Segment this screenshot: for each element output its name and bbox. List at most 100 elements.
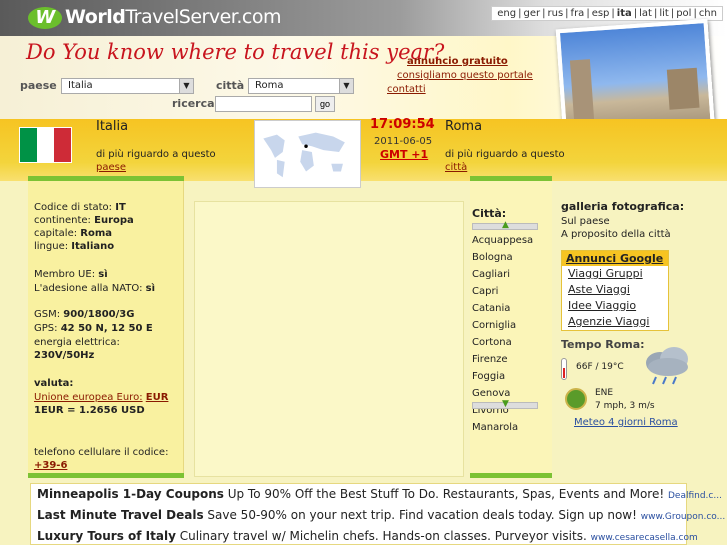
google-ads-list: Viaggi Gruppi Aste Viaggi Idee Viaggio Agen… — [562, 266, 668, 330]
google-ads-box: Annunci Google Viaggi Gruppi Aste Viaggi I… — [561, 250, 669, 331]
flag-stripe — [37, 128, 54, 162]
fact-value: sì — [98, 269, 108, 280]
local-time: 17:09:54 — [370, 117, 435, 132]
language-link-fra[interactable]: fra — [569, 8, 587, 19]
flag-stripe — [54, 128, 71, 162]
search-input[interactable] — [215, 96, 312, 112]
weather-title: Tempo Roma: — [561, 338, 645, 351]
language-link-pol[interactable]: pol — [674, 8, 693, 19]
city-list-item[interactable]: Cagliari — [472, 266, 533, 283]
world-map[interactable] — [254, 120, 361, 188]
fact-label: continente: — [34, 215, 91, 226]
language-link-ger[interactable]: ger — [522, 8, 543, 19]
local-date: 2011-06-05 — [374, 136, 433, 147]
language-link-ita[interactable]: ita — [615, 8, 634, 19]
city-list-item[interactable]: Capri — [472, 283, 533, 300]
chevron-down-icon: ▼ — [339, 79, 353, 93]
chevron-down-icon: ▼ — [179, 79, 193, 93]
flag-stripe — [20, 128, 37, 162]
google-ads-title[interactable]: Annunci Google — [562, 251, 668, 266]
logo-w-icon: W — [28, 7, 62, 29]
text-ad-url[interactable]: www.cesarecasella.com — [591, 533, 698, 543]
country-select[interactable]: Italia ▼ — [61, 78, 194, 94]
language-link-eng[interactable]: eng — [495, 8, 518, 19]
go-button[interactable]: go — [315, 96, 335, 112]
exchange-rate: 1EUR = 1.2656 USD — [34, 405, 145, 416]
recommend-link[interactable]: consigliamo questo portale — [397, 69, 533, 83]
language-separator: | — [542, 8, 546, 19]
thermometer-icon — [561, 358, 567, 380]
site-logo[interactable]: W WorldTravelServer.com — [28, 6, 281, 29]
fact-label: L'adesione alla NATO: — [34, 283, 143, 294]
fact-label: GSM: — [34, 309, 61, 320]
currency-code-link[interactable]: EUR — [146, 392, 169, 403]
text-ad-title[interactable]: Luxury Tours of Italy — [37, 529, 176, 543]
fact-label: Codice di stato: — [34, 202, 113, 213]
city-more-text: di più riguardo a questo — [445, 149, 565, 160]
city-select[interactable]: Roma ▼ — [248, 78, 354, 94]
search-label: ricerca — [172, 97, 215, 110]
logo-travel-text: TravelServer.com — [125, 6, 281, 28]
divider — [28, 473, 184, 478]
language-link-chn[interactable]: chn — [697, 8, 719, 19]
wind-direction: ENE — [595, 388, 614, 398]
gallery-country-link[interactable]: Sul paese — [561, 215, 671, 228]
language-link-esp[interactable]: esp — [590, 8, 612, 19]
language-link-lat[interactable]: lat — [637, 8, 654, 19]
city-list-item[interactable]: Bologna — [472, 249, 533, 266]
currency-link[interactable]: Unione europea Euro: — [34, 392, 143, 403]
city-name: Roma — [445, 119, 483, 134]
text-ad[interactable]: Minneapolis 1-Day Coupons Up To 90% Off … — [37, 487, 722, 501]
text-ad-url[interactable]: www.Groupon.co... — [641, 512, 725, 522]
gallery-city-link[interactable]: A proposito della città — [561, 228, 671, 241]
language-link-rus[interactable]: rus — [546, 8, 566, 19]
gmt-offset[interactable]: GMT +1 — [380, 148, 428, 161]
language-separator: | — [518, 8, 522, 19]
fact-label: GPS: — [34, 323, 58, 334]
city-list-item[interactable]: Manarola — [472, 419, 533, 436]
phone-code-link[interactable]: +39-6 — [34, 460, 67, 471]
country-facts-panel: Codice di stato: IT continente: Europa c… — [28, 181, 184, 477]
forecast-link[interactable]: Meteo 4 giorni Roma — [574, 417, 678, 428]
country-select-value: Italia — [68, 80, 93, 91]
google-ad-link[interactable]: Agenzie Viaggi — [562, 314, 668, 330]
arrow-down-icon: ▼ — [502, 399, 509, 409]
fact-value: Roma — [80, 228, 113, 239]
language-link-lit[interactable]: lit — [657, 8, 670, 19]
city-list-item[interactable]: Corniglia — [472, 317, 533, 334]
free-ad-link[interactable]: annuncio gratuito — [407, 55, 533, 69]
city-list-item[interactable]: Firenze — [472, 351, 533, 368]
text-ad[interactable]: Luxury Tours of Italy Culinary travel w/… — [37, 529, 698, 543]
scroll-down-button[interactable]: ▼ — [472, 399, 538, 409]
google-ad-link[interactable]: Idee Viaggio — [562, 298, 668, 314]
logo-world-text: World — [65, 6, 126, 28]
city-list-item[interactable]: Foggia — [472, 368, 533, 385]
gallery-title: galleria fotografica: — [561, 200, 685, 213]
photo-building — [569, 59, 595, 121]
contacts-link[interactable]: contatti — [387, 83, 533, 97]
city-list-item[interactable]: Catania — [472, 300, 533, 317]
country-more: di più riguardo a questo paese — [96, 148, 246, 174]
fact-label: lingue: — [34, 241, 69, 252]
text-ad-title[interactable]: Last Minute Travel Deals — [37, 508, 204, 522]
fact-value: IT — [115, 202, 126, 213]
fact-label: Membro UE: — [34, 269, 96, 280]
text-ad-url[interactable]: Dealfind.c... — [668, 491, 722, 501]
wind-info: ENE 7 mph, 3 m/s — [595, 387, 655, 413]
fact-label: telefono cellulare il codice: — [34, 447, 169, 458]
fact-label: capitale: — [34, 228, 78, 239]
google-ad-link[interactable]: Viaggi Gruppi — [562, 266, 668, 282]
gallery-links: Sul paese A proposito della città — [561, 215, 671, 241]
country-name: Italia — [96, 119, 129, 134]
arrow-up-icon: ▲ — [502, 220, 509, 230]
city-list-item[interactable]: Acquappesa — [472, 232, 533, 249]
text-ad-title[interactable]: Minneapolis 1-Day Coupons — [37, 487, 224, 501]
scroll-up-button[interactable]: ▲ — [472, 220, 538, 230]
fact-label: valuta: — [34, 378, 74, 389]
fact-value: 230V/50Hz — [34, 350, 95, 361]
city-more-link[interactable]: città — [445, 162, 467, 173]
country-more-link[interactable]: paese — [96, 162, 126, 173]
city-list-item[interactable]: Cortona — [472, 334, 533, 351]
text-ad[interactable]: Last Minute Travel Deals Save 50-90% on … — [37, 508, 725, 522]
google-ad-link[interactable]: Aste Viaggi — [562, 282, 668, 298]
